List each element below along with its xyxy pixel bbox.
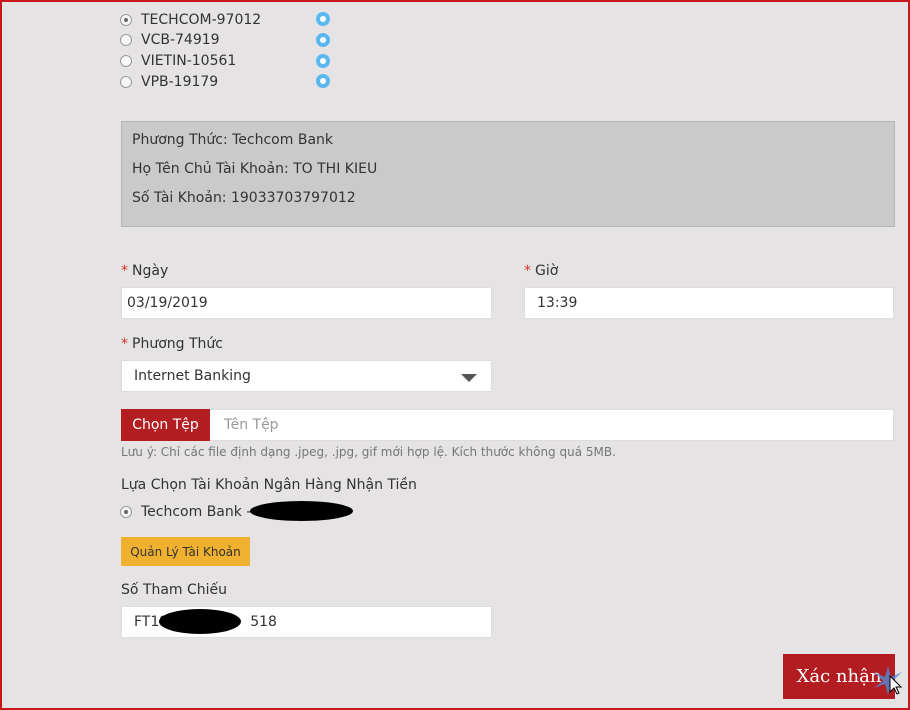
mouse-cursor-icon <box>874 666 903 695</box>
info-icon[interactable] <box>316 33 330 47</box>
choose-file-button[interactable]: Chọn Tệp <box>121 409 210 441</box>
bank-option[interactable]: VIETIN-10561 <box>120 51 236 71</box>
required-mark: * <box>524 263 531 279</box>
radio-button[interactable] <box>120 34 132 46</box>
reference-label: Số Tham Chiếu <box>121 582 228 598</box>
required-mark: * <box>121 336 128 352</box>
method-label: * Phương Thức <box>121 336 223 352</box>
redaction-mark <box>159 609 241 634</box>
time-value: 13:39 <box>537 295 578 311</box>
bank-option[interactable]: VPB-19179 <box>120 72 218 92</box>
receive-account-option[interactable]: Techcom Bank - <box>120 502 251 522</box>
reference-suffix: 518 <box>250 614 277 630</box>
file-name-placeholder: Tên Tệp <box>224 417 279 433</box>
bank-option-label: VCB-74919 <box>141 32 220 48</box>
receive-account-text: Techcom Bank - <box>141 504 252 520</box>
info-icon[interactable] <box>316 54 330 68</box>
date-label-text: Ngày <box>132 263 169 279</box>
chevron-down-icon <box>461 374 477 382</box>
receive-account-label: Lựa Chọn Tài Khoản Ngân Hàng Nhận Tiền <box>121 477 417 493</box>
info-holder: Họ Tên Chủ Tài Khoản: TO THI KIEU <box>132 161 378 177</box>
account-info-box: Phương Thức: Techcom Bank Họ Tên Chủ Tài… <box>121 121 895 227</box>
bank-option[interactable]: TECHCOM-97012 <box>120 10 261 30</box>
time-input[interactable]: 13:39 <box>524 287 894 319</box>
file-input[interactable]: Chọn Tệp Tên Tệp <box>121 409 894 441</box>
bank-option-label: VIETIN-10561 <box>141 53 237 69</box>
info-method: Phương Thức: Techcom Bank <box>132 132 333 148</box>
bank-option[interactable]: VCB-74919 <box>120 30 220 50</box>
redaction-mark <box>250 501 353 521</box>
date-label: * Ngày <box>121 263 168 279</box>
info-icon[interactable] <box>316 74 330 88</box>
radio-button[interactable] <box>120 76 132 88</box>
bank-option-label: VPB-19179 <box>141 74 219 90</box>
radio-button[interactable] <box>120 506 132 518</box>
method-select[interactable]: Internet Banking <box>121 360 492 392</box>
time-label-text: Giờ <box>535 263 559 279</box>
date-input[interactable]: 03/19/2019 <box>121 287 492 319</box>
radio-button[interactable] <box>120 14 132 26</box>
info-icon[interactable] <box>316 12 330 26</box>
required-mark: * <box>121 263 128 279</box>
date-value: 03/19/2019 <box>127 295 208 311</box>
info-account: Số Tài Khoản: 19033703797012 <box>132 190 356 206</box>
method-label-text: Phương Thức <box>132 336 223 352</box>
method-selected-value: Internet Banking <box>134 368 251 384</box>
file-note: Lưu ý: Chỉ các file định dạng .jpeg, .jp… <box>121 445 616 459</box>
manage-account-button[interactable]: Quản Lý Tài Khoản <box>121 537 250 566</box>
time-label: * Giờ <box>524 263 558 279</box>
bank-option-label: TECHCOM-97012 <box>141 12 262 28</box>
radio-button[interactable] <box>120 55 132 67</box>
